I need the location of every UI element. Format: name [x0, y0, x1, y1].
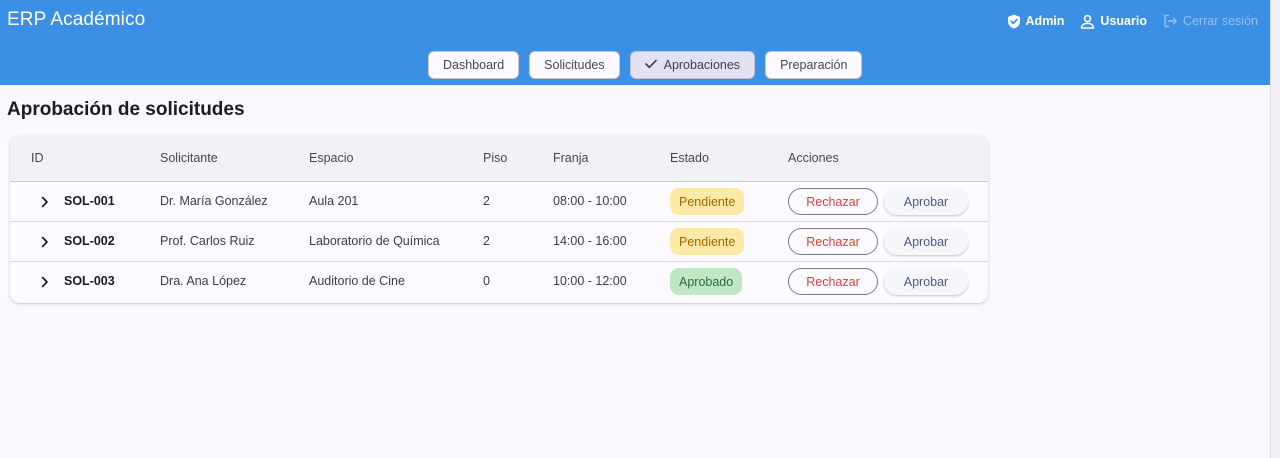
column-header-solicitante: Solicitante	[160, 151, 218, 165]
page-title: Aprobación de solicitudes	[7, 99, 245, 120]
cell-franja: 08:00 - 10:00	[553, 194, 627, 208]
chevron-right-icon[interactable]	[41, 195, 49, 213]
tab-solicitudes[interactable]: Solicitudes	[529, 51, 620, 79]
cell-franja: 10:00 - 12:00	[553, 274, 627, 288]
logout-icon	[1163, 14, 1178, 28]
admin-label: Admin	[1025, 14, 1065, 28]
column-header-acciones: Acciones	[788, 151, 839, 165]
approve-button[interactable]: Aprobar	[884, 268, 968, 295]
cell-piso: 2	[483, 234, 490, 248]
reject-button[interactable]: Rechazar	[788, 268, 878, 295]
tab-aprobaciones[interactable]: Aprobaciones	[629, 51, 756, 79]
cell-piso: 0	[483, 274, 490, 288]
table-row: SOL-002 Prof. Carlos Ruiz Laboratorio de…	[10, 222, 988, 262]
header-actions: Admin Usuario Cerrar sesión	[1007, 11, 1258, 31]
status-badge: Pendiente	[670, 188, 745, 215]
cell-id: SOL-003	[64, 274, 115, 288]
admin-button[interactable]: Admin	[1007, 14, 1065, 29]
tab-label: Solicitudes	[544, 58, 605, 72]
app-header: ERP Académico Admin Usuario Cerrar sesió…	[0, 0, 1270, 85]
reject-button[interactable]: Rechazar	[788, 188, 878, 215]
tab-preparacion[interactable]: Preparación	[765, 51, 863, 79]
column-header-estado: Estado	[670, 151, 709, 165]
tab-label: Preparación	[780, 58, 848, 72]
column-header-franja: Franja	[553, 151, 589, 165]
cell-solicitante: Prof. Carlos Ruiz	[160, 234, 255, 248]
tab-label: Aprobaciones	[663, 58, 741, 72]
cell-franja: 14:00 - 16:00	[553, 234, 627, 248]
cell-solicitante: Dr. María González	[160, 194, 268, 208]
approvals-table: ID Solicitante Espacio Piso Franja Estad…	[10, 135, 988, 303]
tab-dashboard[interactable]: Dashboard	[428, 51, 520, 79]
logout-button[interactable]: Cerrar sesión	[1163, 14, 1258, 28]
column-header-espacio: Espacio	[309, 151, 354, 165]
column-header-id: ID	[31, 151, 44, 165]
reject-button[interactable]: Rechazar	[788, 228, 878, 255]
chevron-right-icon[interactable]	[41, 275, 49, 293]
table-row: SOL-003 Dra. Ana López Auditorio de Cine…	[10, 262, 988, 302]
cell-id: SOL-002	[64, 234, 115, 248]
approve-button[interactable]: Aprobar	[884, 188, 968, 215]
table-row: SOL-001 Dr. María González Aula 201 2 08…	[10, 182, 988, 222]
cell-espacio: Auditorio de Cine	[309, 274, 405, 288]
approve-button[interactable]: Aprobar	[884, 228, 968, 255]
scrollbar-track[interactable]	[1270, 0, 1280, 458]
status-badge: Aprobado	[670, 268, 743, 295]
cell-id: SOL-001	[64, 194, 115, 208]
app-title: ERP Académico	[7, 9, 146, 30]
cell-espacio: Laboratorio de Química	[309, 234, 440, 248]
status-badge: Pendiente	[670, 228, 745, 255]
cell-espacio: Aula 201	[309, 194, 359, 208]
column-header-piso: Piso	[483, 151, 508, 165]
table-header: ID Solicitante Espacio Piso Franja Estad…	[10, 135, 988, 182]
tab-label: Dashboard	[443, 58, 505, 72]
user-label: Usuario	[1100, 14, 1147, 28]
shield-check-icon	[1007, 14, 1021, 29]
user-button[interactable]: Usuario	[1080, 14, 1147, 29]
logout-label: Cerrar sesión	[1182, 14, 1258, 28]
chevron-right-icon[interactable]	[41, 235, 49, 253]
cell-piso: 2	[483, 194, 490, 208]
main-nav: Dashboard Solicitudes Aprobaciones Prepa…	[428, 51, 863, 79]
cell-solicitante: Dra. Ana López	[160, 274, 247, 288]
check-icon	[644, 58, 657, 72]
person-icon	[1080, 14, 1095, 29]
